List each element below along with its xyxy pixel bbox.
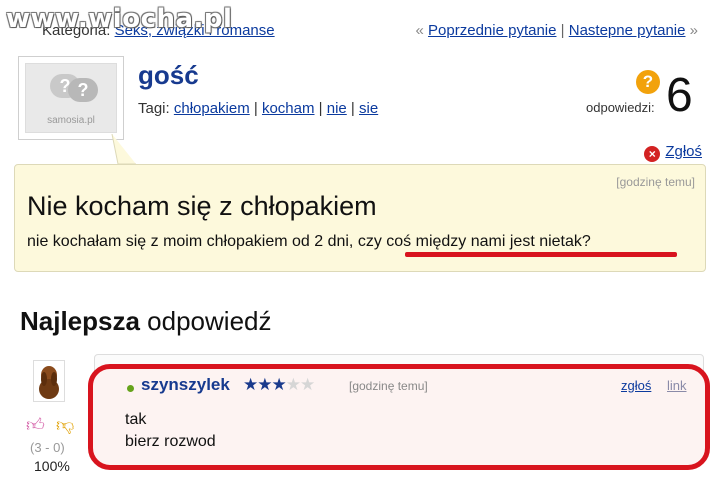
tag-link[interactable]: kocham [262, 100, 315, 117]
vote-percent: 100% [34, 458, 70, 474]
vote-score: (3 - 0) [30, 440, 65, 455]
answers-label: odpowiedzi: [586, 100, 655, 115]
author-avatar[interactable]: ? ? samosia.pl [18, 56, 124, 140]
avatar-placeholder: ? ? samosia.pl [25, 63, 117, 133]
speech-tail [111, 134, 136, 165]
tags-label: Tagi: [138, 100, 170, 117]
watermark: www.wiocha.pl [6, 4, 233, 34]
report-icon: × [644, 146, 661, 162]
question-author: gość [138, 60, 199, 90]
star-filled-icon: ★ [257, 375, 272, 394]
question-nav: « Poprzednie pytanie | Nastepne pytanie … [416, 22, 698, 39]
answer-permalink[interactable]: link [667, 378, 687, 393]
report-answer-link[interactable]: zgłoś [621, 378, 651, 393]
answers-count: 6 [666, 69, 693, 122]
question-body: nie kochałam się z moim chłopakiem od 2 … [27, 233, 591, 250]
tag-link[interactable]: chłopakiem [174, 100, 250, 117]
answer-text-line: bierz rozwod [125, 433, 216, 450]
thumbs-up-icon[interactable]: 👍︎ [26, 414, 45, 436]
tags-line: Tagi: chłopakiem | kocham | nie | sie [138, 100, 379, 117]
report-question[interactable]: × Zgłoś [644, 143, 702, 162]
question-title: Nie kocham się z chłopakiem [27, 191, 377, 221]
answer-author-avatar[interactable] [33, 360, 65, 402]
best-answer-heading: Najlepsza odpowiedź [20, 306, 272, 337]
thumbs-down-icon[interactable]: 👎︎ [56, 414, 74, 436]
online-status-icon [127, 385, 134, 392]
tag-link[interactable]: sie [359, 100, 378, 117]
answer-text-line: tak [125, 411, 147, 428]
prev-chevron-icon: « [415, 22, 424, 39]
avatar-caption: samosia.pl [47, 115, 95, 126]
rating-stars: ★★★★★ [243, 375, 315, 395]
star-half-icon: ★ [271, 375, 287, 394]
highlight-underline [405, 252, 677, 257]
answer-time: [godzinę temu] [349, 379, 428, 393]
star-empty-icon: ★ [285, 375, 301, 394]
tag-link[interactable]: nie [327, 100, 347, 117]
previous-question-link[interactable]: Poprzednie pytanie [428, 22, 556, 39]
best-answer-box: szynszylek ★★★★★ [godzinę temu] zgłoś li… [88, 364, 710, 470]
star-empty-icon: ★ [300, 375, 315, 394]
question-time: [godzinę temu] [616, 175, 695, 189]
nav-separator: | [560, 22, 565, 39]
report-link[interactable]: Zgłoś [665, 143, 702, 160]
best-answer-heading-rest: odpowiedź [139, 306, 272, 336]
answer-author[interactable]: szynszylek [141, 375, 230, 395]
speech-bubble-icon: ? [68, 78, 98, 102]
question-mark-icon: ? [636, 70, 660, 94]
next-question-link[interactable]: Nastepne pytanie [569, 22, 686, 39]
best-answer-heading-bold: Najlepsza [20, 306, 140, 336]
star-filled-icon: ★ [243, 375, 258, 394]
next-chevron-icon: » [689, 22, 698, 39]
